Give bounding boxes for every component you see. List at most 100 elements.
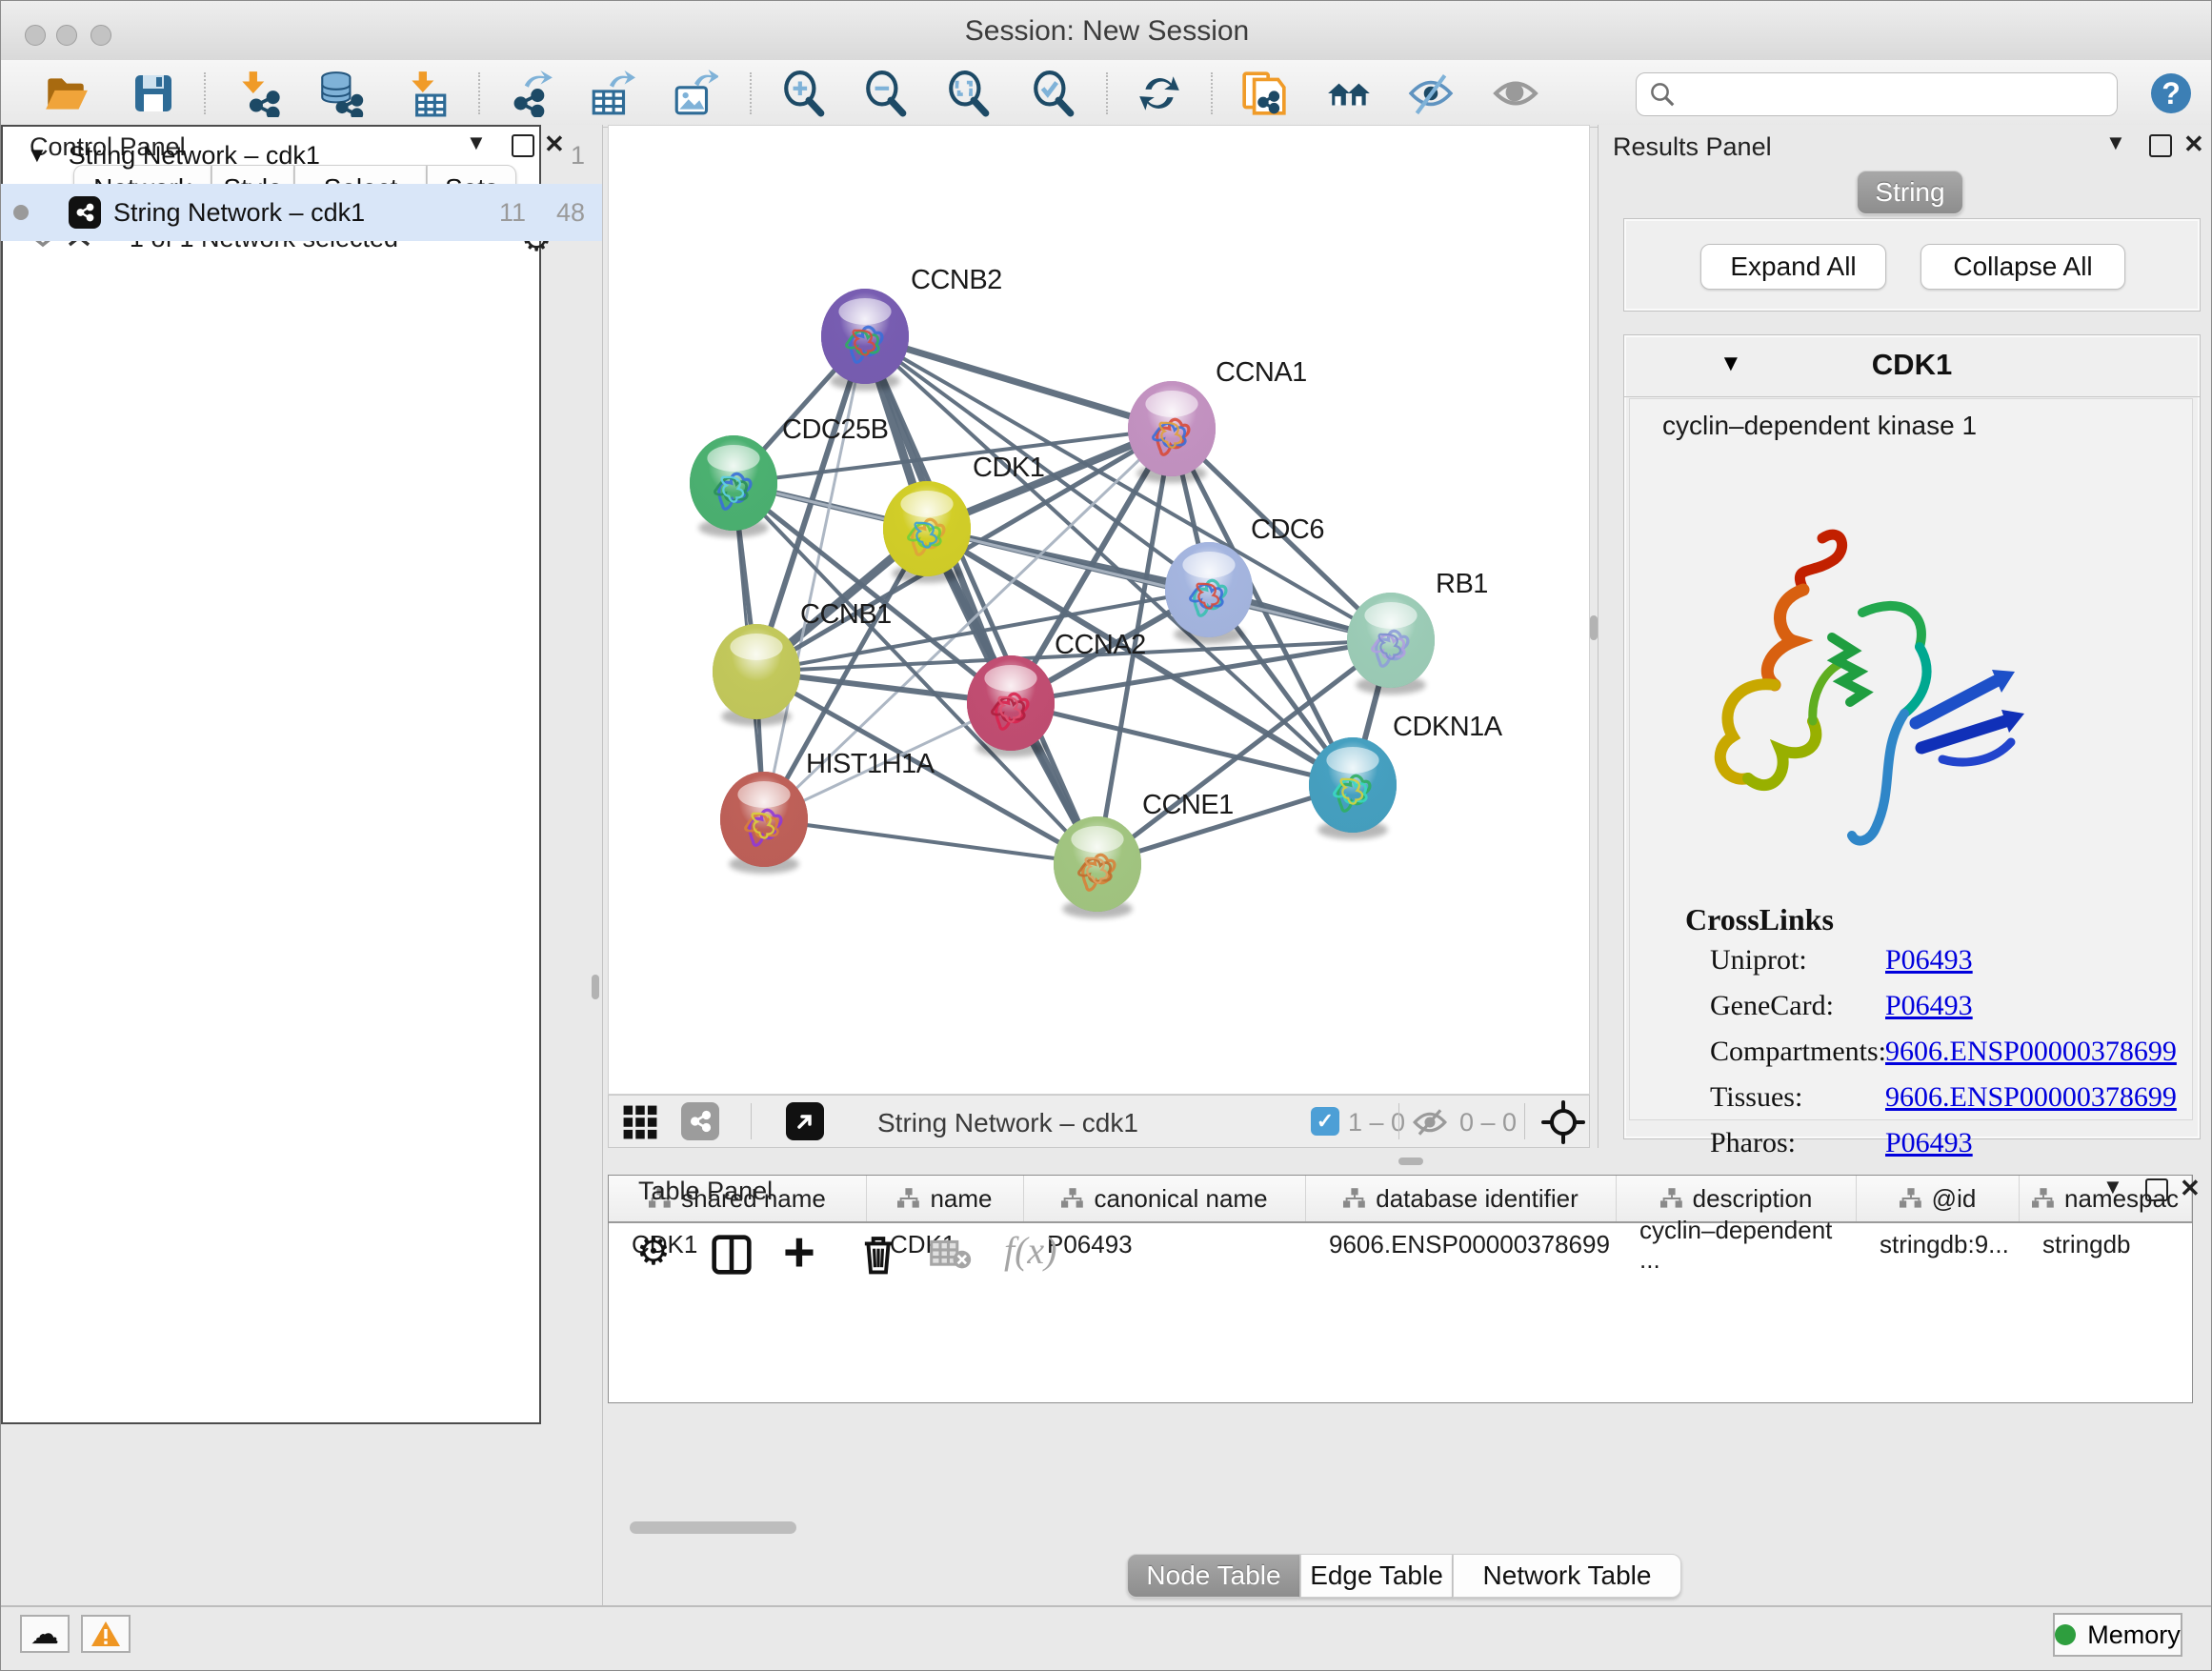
crosslink-compartments-link[interactable]: 9606.ENSP00000378699 <box>1885 1036 2177 1068</box>
memory-button[interactable]: Memory <box>2053 1613 2182 1657</box>
hide-selected-button[interactable] <box>1406 69 1456 118</box>
result-entry-header[interactable]: ▼ CDK1 <box>1624 335 2200 397</box>
export-table-button[interactable] <box>587 69 636 118</box>
network-canvas[interactable]: CCNB2CCNA1CDC25BCDK1CDC6RB1CCNB1CCNA2CDK… <box>608 125 1590 1095</box>
string-results-box: ▼ CDK1 cyclin–dependent kinase 1 <box>1623 334 2201 1139</box>
save-session-button[interactable] <box>129 69 178 118</box>
left-splitter-handle[interactable] <box>592 975 599 999</box>
horizontal-splitter-handle[interactable] <box>1398 1158 1423 1165</box>
node-RB1[interactable] <box>1347 593 1435 695</box>
selected-checkbox-icon[interactable]: ✓ <box>1311 1107 1339 1136</box>
float-panel-menu-icon[interactable]: ▼ <box>2102 1175 2123 1199</box>
node-CCNB2[interactable] <box>821 289 909 391</box>
import-network-icon <box>234 70 282 117</box>
current-network-indicator <box>13 205 29 220</box>
warnings-button[interactable] <box>81 1615 131 1653</box>
close-panel-icon[interactable]: ✕ <box>2180 1174 2201 1203</box>
import-network-database-button[interactable] <box>315 69 365 118</box>
cloud-status-button[interactable]: ☁ <box>20 1615 70 1653</box>
crosslink-pharos-link[interactable]: P06493 <box>1885 1127 1973 1159</box>
float-panel-menu-icon[interactable]: ▼ <box>2105 131 2126 155</box>
export-network-button[interactable] <box>506 69 555 118</box>
column-header-5[interactable]: @id <box>1857 1176 2020 1221</box>
import-network-file-button[interactable] <box>233 69 283 118</box>
tab-string[interactable]: String <box>1857 171 1963 214</box>
node-label: CCNE1 <box>1142 790 1234 820</box>
cell-2[interactable]: P06493 <box>1024 1223 1306 1266</box>
delete-column-trash-icon[interactable] <box>857 1232 899 1276</box>
network-graph[interactable]: CCNB2CCNA1CDC25BCDK1CDC6RB1CCNB1CCNA2CDK… <box>609 126 1589 1094</box>
fit-center-crosshair-icon[interactable] <box>1540 1099 1586 1145</box>
string-app-button[interactable] <box>681 1102 719 1140</box>
edge-CCNB2-CCNA1[interactable] <box>865 336 1172 429</box>
refresh-view-button[interactable] <box>1135 69 1184 118</box>
node-CDKN1A[interactable] <box>1309 737 1397 839</box>
show-columns-icon[interactable] <box>711 1234 753 1276</box>
show-all-button[interactable] <box>1491 69 1540 118</box>
column-header-1[interactable]: name <box>867 1176 1024 1221</box>
zoom-out-button[interactable] <box>861 69 911 118</box>
horizontal-scrollbar[interactable] <box>630 1521 796 1534</box>
crosslink-label: Uniprot: <box>1710 944 1807 976</box>
crosslink-uniprot-link[interactable]: P06493 <box>1885 944 1973 976</box>
node-CDC25B[interactable] <box>690 435 777 537</box>
column-header-2[interactable]: canonical name <box>1024 1176 1306 1221</box>
crosslink-label: Pharos: <box>1710 1127 1796 1159</box>
export-table-icon <box>588 70 635 117</box>
zoom-in-button[interactable] <box>779 69 829 118</box>
cell-5[interactable]: stringdb:9... <box>1857 1223 2020 1266</box>
expand-all-button[interactable]: Expand All <box>1700 244 1886 290</box>
help-button[interactable]: ? <box>2146 69 2196 118</box>
network-row[interactable]: String Network – cdk1 11 48 <box>1 184 602 241</box>
table-options-gear-icon[interactable]: ⚙ <box>636 1230 671 1274</box>
tree-expand-icon[interactable]: ▼ <box>27 143 48 168</box>
column-header-3[interactable]: database identifier <box>1306 1176 1617 1221</box>
right-splitter-handle[interactable] <box>1590 615 1598 640</box>
delete-table-icon[interactable] <box>930 1238 972 1272</box>
birdseye-grid-button[interactable] <box>622 1104 658 1145</box>
edge-HIST1H1A-CCNE1[interactable] <box>764 819 1097 864</box>
crosslink-tissues-link[interactable]: 9606.ENSP00000378699 <box>1885 1081 2177 1114</box>
crosslinks-title: CrossLinks <box>1685 902 1834 937</box>
crosslink-genecard-link[interactable]: P06493 <box>1885 990 1973 1022</box>
export-image-button[interactable] <box>670 69 719 118</box>
tab-network-table[interactable]: Network Table <box>1453 1554 1681 1598</box>
home-button[interactable] <box>1325 69 1375 118</box>
add-column-icon[interactable]: + <box>783 1220 815 1284</box>
cell-3[interactable]: 9606.ENSP00000378699 <box>1306 1223 1617 1266</box>
column-type-icon <box>1061 1188 1084 1209</box>
export-network-icon <box>507 70 554 117</box>
hidden-eye-slash-icon <box>1412 1107 1448 1137</box>
node-CCNE1[interactable] <box>1054 816 1141 918</box>
crosslink-label: Tissues: <box>1710 1081 1802 1114</box>
open-session-button[interactable] <box>41 69 90 118</box>
node-CCNA1[interactable] <box>1128 381 1216 483</box>
cell-6[interactable]: stringdb <box>2020 1223 2192 1266</box>
search-field[interactable] <box>1636 72 2118 116</box>
float-panel-icon[interactable] <box>2145 1178 2168 1201</box>
node-label: CCNB1 <box>800 599 892 630</box>
document-share-icon <box>1240 70 1288 117</box>
edge-CCNB2-CCNE1[interactable] <box>865 336 1097 864</box>
table-row[interactable]: CDK1CDK1P064939606.ENSP00000378699cyclin… <box>609 1223 2192 1266</box>
table-panel-title: Table Panel <box>638 1177 773 1206</box>
tab-node-table[interactable]: Node Table <box>1127 1554 1300 1598</box>
function-builder-button[interactable]: f(x) <box>1004 1228 1057 1273</box>
network-collection-row[interactable]: ▼ String Network – cdk1 1 <box>1 127 602 184</box>
eye-slash-icon <box>1407 70 1455 117</box>
node-HIST1H1A[interactable] <box>720 772 808 874</box>
close-panel-icon[interactable]: ✕ <box>2183 130 2204 159</box>
zoom-fit-button[interactable] <box>944 69 994 118</box>
results-panel: Results Panel ▼ ✕ String Expand All Coll… <box>1598 125 2212 1148</box>
zoom-selected-button[interactable] <box>1029 69 1078 118</box>
cell-4[interactable]: cyclin–dependent ... <box>1617 1223 1857 1266</box>
collapse-all-button[interactable]: Collapse All <box>1920 244 2125 290</box>
network-view-toolbar: String Network – cdk1 ✓ 1 – 0 0 – 0 <box>608 1095 1590 1148</box>
float-panel-icon[interactable] <box>2149 134 2172 157</box>
database-icon <box>316 70 364 117</box>
network-from-selection-button[interactable] <box>1239 69 1289 118</box>
selected-nodes-edges-count: 1 – 0 <box>1348 1108 1405 1137</box>
tab-edge-table[interactable]: Edge Table <box>1300 1554 1453 1598</box>
open-in-window-button[interactable] <box>786 1102 824 1140</box>
import-table-button[interactable] <box>402 69 452 118</box>
